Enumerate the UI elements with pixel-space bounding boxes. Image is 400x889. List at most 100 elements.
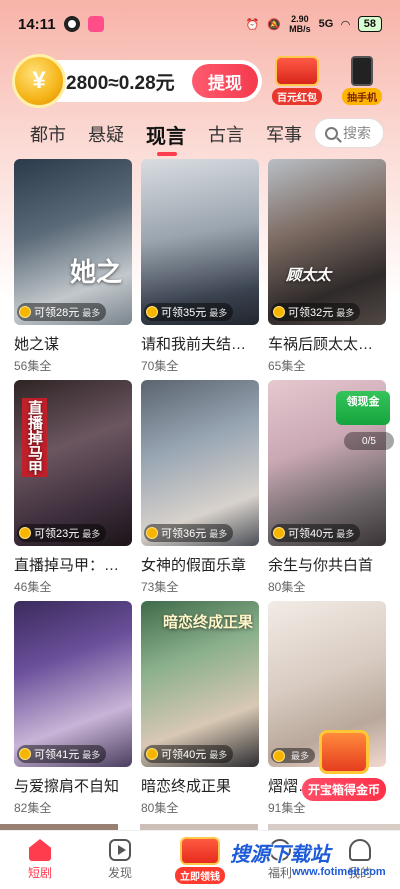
withdraw-button[interactable]: 提现 (192, 64, 258, 98)
drama-title[interactable]: 余生与你共白首 (268, 554, 386, 575)
search-placeholder: 搜索 (343, 125, 371, 141)
drama-title[interactable]: 直播掉马甲：… (14, 554, 132, 575)
net-speed-unit: MB/s (289, 24, 311, 34)
drama-poster[interactable]: 暗恋终成正果 可领40元 最多 (141, 601, 259, 767)
coin-icon (19, 306, 31, 318)
drama-card[interactable]: 她之 可领28元 最多 她之谋 56集全 (14, 159, 132, 380)
reward-text: 可领40元 (288, 528, 334, 540)
nav-label: 发现 (107, 866, 132, 880)
drama-poster[interactable]: 可领41元 最多 (14, 601, 132, 767)
search-input[interactable]: 搜索 (314, 118, 384, 148)
status-bar: 14:11 ⏰ 🔕 2.90 MB/s 5G ◠ 58 (0, 0, 400, 48)
reward-text: 可领40元 (161, 749, 207, 761)
reward-max: 最多 (82, 307, 101, 318)
drama-card[interactable]: 可领36元 最多 女神的假面乐章 73集全 (141, 380, 259, 601)
tab-ancient-romance[interactable]: 古言 (208, 121, 244, 147)
reward-text: 可领36元 (161, 528, 207, 540)
reward-text: 可领23元 (34, 528, 80, 540)
promo-red-envelope-label: 百元红包 (272, 88, 322, 105)
me-icon (349, 839, 371, 861)
reward-badge: 可领23元 最多 (17, 524, 107, 542)
coin-balance: 2800≈0.28元 (66, 72, 175, 94)
mute-icon: 🔕 (267, 18, 282, 31)
drama-episodes: 82集全 (14, 801, 52, 815)
treasure-chest-icon (319, 730, 369, 774)
nav-item-short-drama[interactable]: 短剧 (0, 831, 80, 881)
promo-phone-label: 抽手机 (342, 88, 382, 105)
coin-icon: ¥ (12, 54, 66, 108)
reward-text: 可领32元 (288, 307, 334, 319)
nav-label: 福利 (267, 866, 292, 880)
drama-episodes: 65集全 (268, 359, 306, 373)
watermark-url: www.fotimeit.com (292, 866, 386, 878)
net-speed: 2.90 MB/s (289, 14, 311, 34)
drama-poster[interactable]: 可领35元 最多 (141, 159, 259, 325)
drama-episodes: 80集全 (141, 801, 179, 815)
alarm-icon: ⏰ (245, 18, 260, 31)
promo-red-envelope[interactable]: 百元红包 (272, 56, 322, 106)
reward-text: 可领35元 (161, 307, 207, 319)
watermark: 搜源下载站 (230, 844, 330, 866)
coin-icon (273, 306, 285, 318)
drama-grid: 她之 可领28元 最多 她之谋 56集全 可领35元 最多 请和我前夫结… 70… (14, 159, 386, 822)
reward-badge: 可领41元 最多 (17, 745, 107, 763)
tab-modern-romance[interactable]: 现言 (146, 120, 186, 156)
drama-title[interactable]: 她之谋 (14, 333, 132, 354)
drama-episodes: 56集全 (14, 359, 52, 373)
nav-item-claim-money[interactable]: 立即领钱 (160, 831, 240, 884)
drama-card[interactable]: 可领35元 最多 请和我前夫结… 70集全 (141, 159, 259, 380)
coin-balance-bar[interactable]: ¥ 2800≈0.28元 提现 (12, 54, 262, 108)
cash-reward-label: 领现金 (346, 396, 380, 408)
play-icon (109, 839, 131, 861)
drama-title[interactable]: 与爱擦肩不自知 (14, 775, 132, 796)
reward-badge: 可领36元 最多 (144, 524, 234, 542)
qq-icon (63, 16, 80, 32)
reward-text: 可领41元 (34, 749, 80, 761)
drama-poster[interactable]: 顾太太 可领32元 最多 (268, 159, 386, 325)
reward-badge: 可领40元 最多 (271, 524, 361, 542)
bottom-nav: 短剧 发现 立即领钱 福利 我的 (0, 830, 400, 889)
drama-card[interactable]: 顾太太 可领32元 最多 车祸后顾太太… 65集全 (268, 159, 386, 380)
drama-card[interactable]: 可领41元 最多 与爱擦肩不自知 82集全 (14, 601, 132, 822)
drama-title[interactable]: 车祸后顾太太… (268, 333, 386, 354)
reward-progress: 0/5 (344, 432, 394, 450)
nav-item-discover[interactable]: 发现 (80, 831, 160, 881)
search-icon (325, 126, 338, 140)
drama-card[interactable]: 暗恋终成正果 可领40元 最多 暗恋终成正果 80集全 (141, 601, 259, 822)
treasure-chest-widget[interactable]: 开宝箱得金币 (296, 730, 392, 804)
tab-suspense[interactable]: 悬疑 (88, 121, 124, 147)
nav-label: 短剧 (27, 866, 52, 880)
coin-icon (146, 527, 158, 539)
wifi-icon: ◠ (341, 18, 350, 31)
drama-poster[interactable]: 可领36元 最多 (141, 380, 259, 546)
drama-card[interactable]: 直播掉马甲 可领23元 最多 直播掉马甲：… 46集全 (14, 380, 132, 601)
reward-max: 最多 (209, 307, 228, 318)
status-right: ⏰ 🔕 2.90 MB/s 5G ◠ 58 (246, 14, 382, 34)
cash-reward-badge[interactable]: 领现金 (336, 391, 390, 425)
reward-max: 最多 (336, 528, 355, 539)
coin-icon (19, 748, 31, 760)
tab-urban[interactable]: 都市 (30, 121, 66, 147)
drama-title[interactable]: 女神的假面乐章 (141, 554, 259, 575)
drama-poster[interactable]: 直播掉马甲 可领23元 最多 (14, 380, 132, 546)
category-tabs: 都市 悬疑 现言 古言 军事 搜索 (0, 114, 400, 156)
red-envelope-icon (275, 56, 319, 86)
drama-episodes: 70集全 (141, 359, 179, 373)
gift-icon (180, 837, 220, 865)
drama-title[interactable]: 请和我前夫结… (141, 333, 259, 354)
drama-poster[interactable]: 她之 可领28元 最多 (14, 159, 132, 325)
reward-max: 最多 (209, 528, 228, 539)
coin-icon (273, 749, 285, 762)
poster-title-art: 暗恋终成正果 (163, 614, 254, 631)
coin-icon (273, 527, 285, 539)
reward-badge: 可领40元 最多 (144, 745, 234, 763)
battery-indicator: 58 (357, 16, 382, 32)
coin-icon (146, 748, 158, 760)
promo-phone-draw[interactable]: 抽手机 (342, 56, 382, 106)
phone-icon (351, 56, 373, 86)
tab-military[interactable]: 军事 (266, 121, 302, 147)
reward-badge: 可领28元 最多 (17, 303, 107, 321)
drama-title[interactable]: 暗恋终成正果 (141, 775, 259, 796)
reward-max: 最多 (82, 528, 101, 539)
net-speed-value: 2.90 (291, 14, 309, 24)
